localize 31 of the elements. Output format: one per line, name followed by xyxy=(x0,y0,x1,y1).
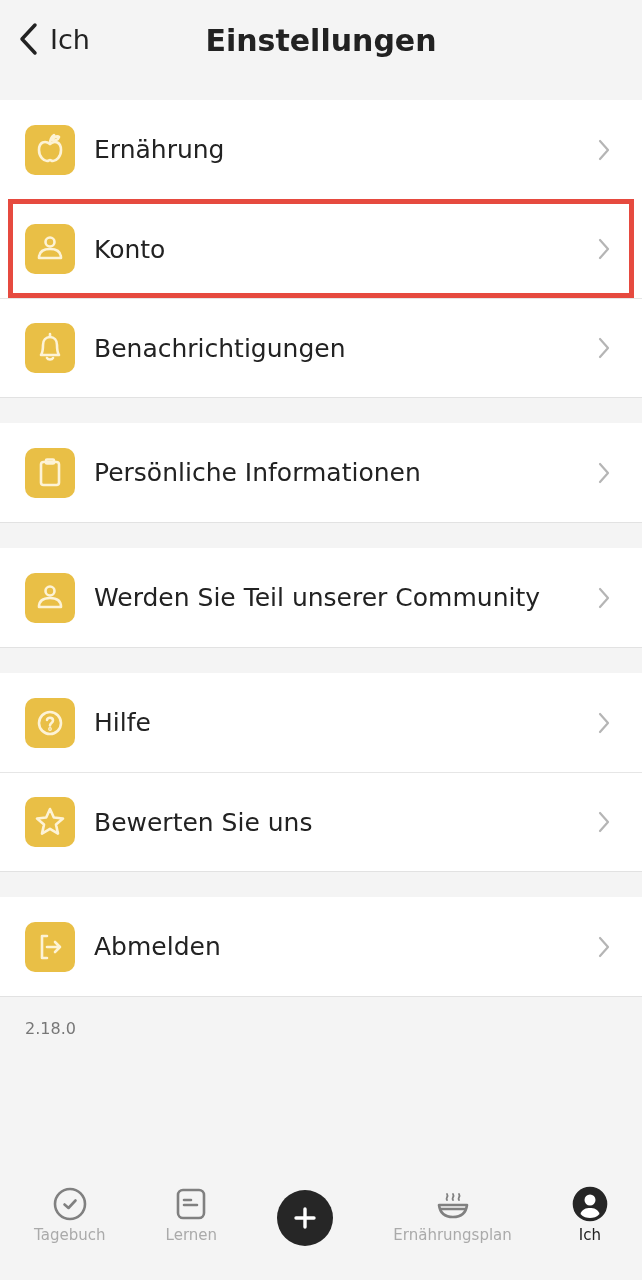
question-icon xyxy=(25,697,75,748)
chevron-icon xyxy=(598,711,610,734)
logout-icon xyxy=(25,921,75,972)
page-title: Einstellungen xyxy=(205,22,437,58)
chevron-icon xyxy=(598,935,610,958)
settings-row[interactable]: Konto xyxy=(8,199,634,298)
settings-row[interactable]: Abmelden xyxy=(0,897,642,996)
tab-item[interactable]: Ich xyxy=(571,1168,608,1244)
check-circle-icon xyxy=(51,1186,88,1222)
chevron-icon xyxy=(598,811,610,833)
version-number: 2.18.0 xyxy=(25,1019,76,1038)
apple-icon xyxy=(25,124,75,175)
settings-row[interactable]: Bewerten Sie uns xyxy=(0,772,642,871)
settings-row[interactable]: Ernährung xyxy=(0,100,642,199)
bell-icon xyxy=(25,323,75,373)
back-button[interactable]: Ich xyxy=(18,22,90,56)
chevron-icon xyxy=(598,138,610,161)
clipboard-icon xyxy=(25,447,75,498)
person-icon xyxy=(25,572,75,623)
person-icon xyxy=(25,224,75,274)
chevron-icon xyxy=(598,461,610,484)
settings-row[interactable]: Hilfe xyxy=(0,673,642,772)
back-icon xyxy=(18,22,38,56)
chevron-icon xyxy=(598,337,610,359)
chevron-icon xyxy=(598,586,610,609)
chevron-icon xyxy=(598,238,610,260)
settings-row[interactable]: Benachrichtigungen xyxy=(0,298,642,397)
settings-row[interactable]: Werden Sie Teil unserer Community xyxy=(0,548,642,647)
add-button[interactable] xyxy=(277,1190,334,1246)
user-icon xyxy=(571,1186,608,1222)
settings-row[interactable]: Persönliche Informationen xyxy=(0,423,642,522)
